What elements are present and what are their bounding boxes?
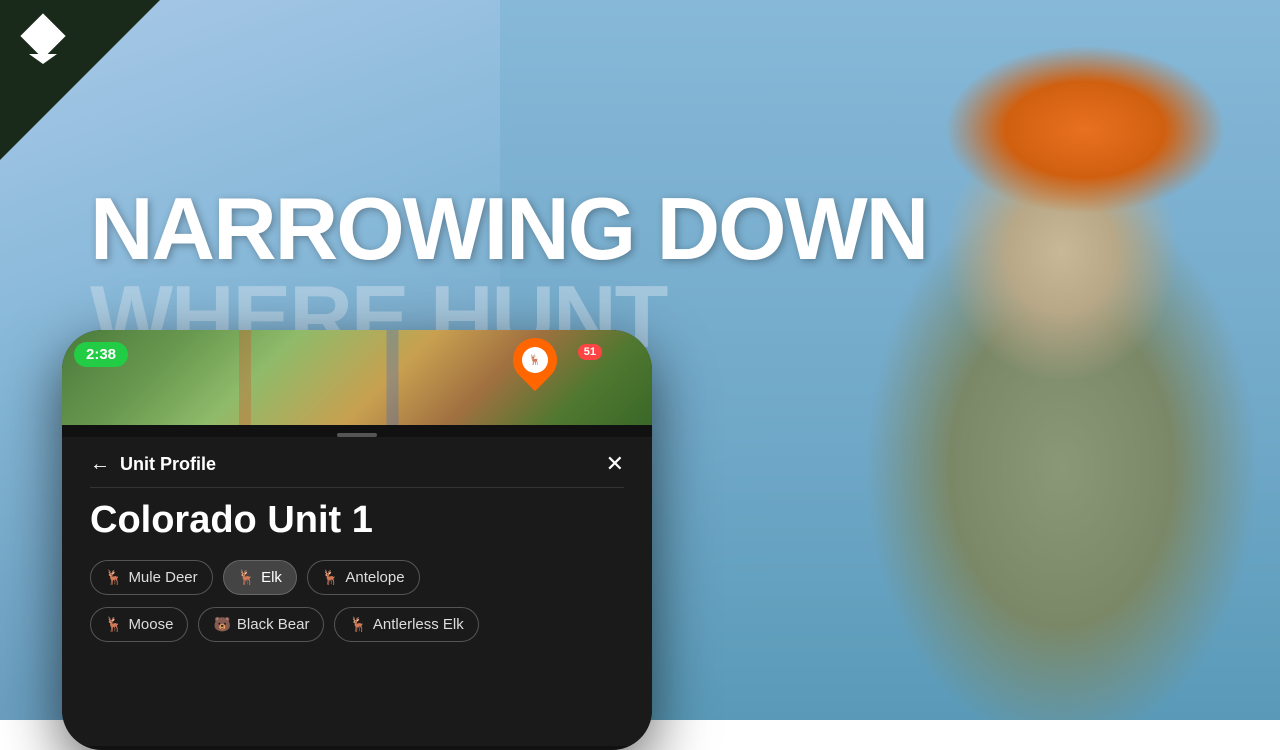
- app-logo: [18, 20, 68, 75]
- species-tag-elk[interactable]: 🦌 Elk: [223, 560, 297, 595]
- back-button[interactable]: ←: [90, 453, 110, 476]
- species-row-2: 🦌 Moose 🐻 Black Bear 🦌 Antlerless Elk: [90, 607, 624, 642]
- antlerless-elk-icon: 🦌: [349, 616, 366, 633]
- antelope-icon: 🦌: [322, 569, 339, 586]
- count-badge: 51: [578, 344, 602, 360]
- black-bear-label: Black Bear: [237, 616, 310, 633]
- antlerless-elk-label: Antlerless Elk: [373, 616, 464, 633]
- black-bear-icon: 🐻: [213, 616, 230, 633]
- moose-icon: 🦌: [105, 616, 122, 633]
- species-tag-mule-deer[interactable]: 🦌 Mule Deer: [90, 560, 213, 595]
- unit-title: Colorado Unit 1: [90, 500, 624, 542]
- elk-icon: 🦌: [238, 569, 255, 586]
- nav-title: Unit Profile: [120, 454, 216, 475]
- video-timer-badge: 2:38: [74, 342, 128, 367]
- antelope-label: Antelope: [345, 569, 404, 586]
- phone-content-area: ← Unit Profile ✕ Colorado Unit 1 🦌 Mule …: [62, 437, 652, 746]
- marker-body: 🦌: [504, 330, 566, 391]
- close-button[interactable]: ✕: [606, 451, 624, 477]
- species-tag-moose[interactable]: 🦌 Moose: [90, 607, 188, 642]
- logo-diamond: [20, 13, 65, 58]
- species-tag-black-bear[interactable]: 🐻 Black Bear: [198, 607, 324, 642]
- species-tag-antlerless-elk[interactable]: 🦌 Antlerless Elk: [334, 607, 478, 642]
- elk-label: Elk: [261, 569, 282, 586]
- marker-inner: 🦌: [522, 347, 548, 373]
- phone-mockup: 2:38 🦌 51 ← Unit Profile ✕ Colorado Unit…: [62, 330, 652, 750]
- phone-map-area: 2:38 🦌 51: [62, 330, 652, 425]
- species-row-1: 🦌 Mule Deer 🦌 Elk 🦌 Antelope: [90, 560, 624, 595]
- mule-deer-icon: 🦌: [105, 569, 122, 586]
- phone-nav-bar: ← Unit Profile ✕: [90, 437, 624, 488]
- phone-nav-left: ← Unit Profile: [90, 453, 216, 476]
- heading-line1: NARROWING DOWN: [90, 185, 927, 273]
- moose-label: Moose: [128, 616, 173, 633]
- map-marker: 🦌: [513, 338, 557, 388]
- species-tag-antelope[interactable]: 🦌 Antelope: [307, 560, 420, 595]
- mule-deer-label: Mule Deer: [128, 569, 197, 586]
